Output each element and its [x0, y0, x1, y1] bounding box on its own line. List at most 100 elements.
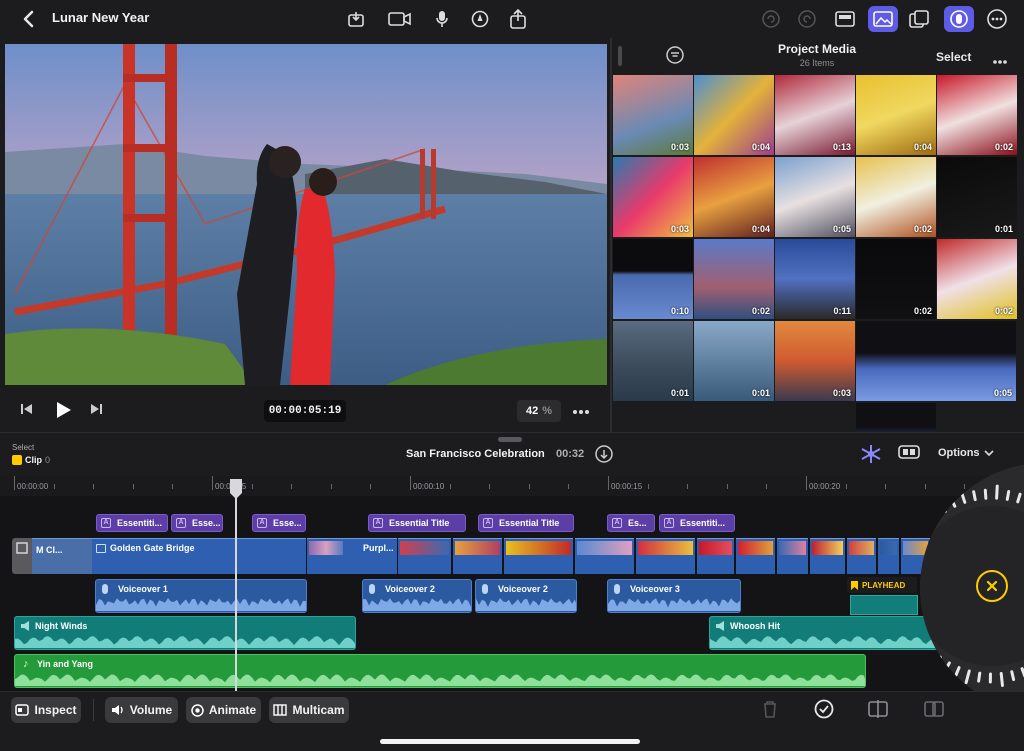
media-thumbnail[interactable]: 0:10 — [613, 239, 693, 319]
audio-clip-whoosh-hit[interactable]: Whoosh Hit — [709, 616, 939, 650]
media-thumbnail[interactable]: 0:01 — [937, 157, 1017, 237]
media-thumbnail[interactable]: 0:02 — [856, 239, 936, 319]
undo-button[interactable] — [758, 6, 784, 32]
teal-connected-clip[interactable] — [850, 595, 918, 615]
skip-forward-button[interactable] — [89, 402, 105, 418]
voiceover-clip[interactable]: Voiceover 3 — [607, 579, 741, 613]
timeline-clip[interactable] — [504, 538, 573, 574]
camera-button[interactable] — [386, 8, 414, 30]
voiceover-clip[interactable]: Voiceover 2 — [362, 579, 472, 613]
primary-clip[interactable]: Golden Gate Bridge — [92, 538, 306, 574]
viewer-layout-button[interactable] — [832, 6, 858, 32]
media-thumbnail[interactable]: 0:13 — [775, 75, 855, 155]
media-thumbnail[interactable]: 0:03 — [775, 321, 855, 401]
media-thumbnail[interactable]: 0:01 — [694, 321, 774, 401]
browser-source-button[interactable] — [666, 46, 686, 66]
inspect-button[interactable]: Inspect — [11, 697, 81, 723]
media-thumbnail[interactable]: 0:01 — [613, 321, 693, 401]
timecode-display[interactable]: 00:00:05:19 — [264, 400, 346, 422]
browser-divider[interactable] — [610, 38, 612, 432]
viewer-more-button[interactable] — [572, 402, 592, 418]
volume-button[interactable]: Volume — [105, 697, 178, 723]
split-button[interactable] — [868, 700, 890, 720]
precision-editor-button[interactable] — [858, 443, 884, 465]
media-thumbnail[interactable]: 0:02 — [937, 75, 1017, 155]
timeline-clip[interactable] — [697, 538, 734, 574]
media-thumbnail[interactable]: 0:03 — [613, 157, 693, 237]
timeline-clip[interactable] — [810, 538, 845, 574]
time-ruler[interactable]: 00:00:0000:00:0500:00:1000:00:1500:00:20 — [0, 476, 1024, 496]
media-thumbnail[interactable]: 0:02 — [856, 157, 936, 237]
timeline-clip[interactable] — [847, 538, 876, 574]
zoom-control[interactable]: 42 % — [517, 400, 561, 422]
clip-appearance-button[interactable] — [898, 443, 922, 465]
confirm-button[interactable] — [814, 699, 834, 719]
media-thumbnail[interactable]: 0:03 — [613, 75, 693, 155]
animate-button[interactable]: Animate — [186, 697, 261, 723]
split-icon — [868, 700, 888, 718]
jog-wheel[interactable] — [920, 463, 1024, 713]
multicam-button[interactable]: Multicam — [269, 697, 349, 723]
skip-back-button[interactable] — [20, 402, 36, 418]
media-thumbnail[interactable]: 0:02 — [694, 239, 774, 319]
timeline-clip[interactable] — [575, 538, 634, 574]
title-clip[interactable]: A Es... — [607, 514, 655, 532]
ruler-tick — [608, 476, 609, 490]
ruler-label: 00:00:15 — [611, 482, 643, 491]
main-clip[interactable]: M Cl... — [32, 538, 92, 574]
timeline-clip[interactable] — [636, 538, 695, 574]
voiceover-clip[interactable]: Voiceover 2 — [475, 579, 577, 613]
inspector-toggle-button[interactable] — [944, 6, 974, 32]
timeline-clip[interactable] — [777, 538, 808, 574]
voiceover-button[interactable] — [430, 8, 454, 30]
navigator-button[interactable] — [468, 8, 492, 30]
delete-button[interactable] — [762, 700, 780, 720]
media-thumbnail[interactable]: 0:04 — [694, 75, 774, 155]
browser-more-button[interactable] — [992, 52, 1010, 64]
title-clip[interactable]: A Essential Title — [478, 514, 574, 532]
panel-grip[interactable] — [618, 46, 622, 66]
media-thumbnail[interactable]: 0:04 — [856, 75, 936, 155]
back-button[interactable] — [16, 6, 40, 32]
detach-button[interactable] — [924, 700, 946, 720]
viewer[interactable] — [5, 44, 607, 385]
selection-type[interactable]: Clip 0 — [12, 455, 50, 465]
voiceover-clip[interactable]: Voiceover 1 — [95, 579, 307, 613]
photos-button[interactable] — [868, 6, 898, 32]
playhead-handle[interactable] — [229, 478, 243, 500]
timeline-clip[interactable] — [398, 538, 451, 574]
playhead-line[interactable] — [235, 486, 237, 696]
share-button[interactable] — [506, 8, 530, 30]
playhead-marker[interactable]: PLAYHEAD — [847, 577, 917, 593]
audio-clip-night-winds[interactable]: Night Winds — [14, 616, 356, 650]
title-clip[interactable]: A Essentiti... — [96, 514, 168, 532]
media-thumbnail[interactable]: 0:02 — [937, 239, 1017, 319]
redo-button[interactable] — [794, 6, 820, 32]
browser-toggle-button[interactable] — [906, 6, 932, 32]
media-thumbnail[interactable] — [856, 403, 936, 432]
title-clip[interactable]: A Essentiti... — [659, 514, 735, 532]
title-clip[interactable]: A Essential Title — [368, 514, 466, 532]
more-button[interactable] — [984, 6, 1010, 32]
title-clip[interactable]: A Esse... — [252, 514, 306, 532]
media-thumbnail[interactable]: 0:05 — [856, 321, 1016, 401]
import-button[interactable] — [344, 8, 368, 30]
timeline-resize-handle[interactable] — [498, 437, 522, 442]
title-clip[interactable]: A Esse... — [171, 514, 223, 532]
timeline-info-button[interactable] — [595, 445, 613, 463]
jog-close-button[interactable] — [976, 570, 1008, 602]
timeline-clip[interactable] — [878, 538, 899, 574]
jog-tick — [972, 490, 977, 502]
purple-clip[interactable]: Purpl... — [307, 538, 397, 574]
browser-select-button[interactable]: Select — [936, 50, 971, 64]
timeline-clip[interactable] — [453, 538, 502, 574]
options-button[interactable]: Options — [938, 447, 994, 459]
timeline-clip[interactable] — [736, 538, 775, 574]
media-thumbnail[interactable]: 0:05 — [775, 157, 855, 237]
ruler-label: 00:00:00 — [17, 482, 49, 491]
waveform-path — [710, 636, 938, 648]
music-clip-yin-and-yang[interactable]: ♪ Yin and Yang — [14, 654, 866, 688]
media-thumbnail[interactable]: 0:04 — [694, 157, 774, 237]
play-button[interactable] — [53, 400, 75, 422]
media-thumbnail[interactable]: 0:11 — [775, 239, 855, 319]
